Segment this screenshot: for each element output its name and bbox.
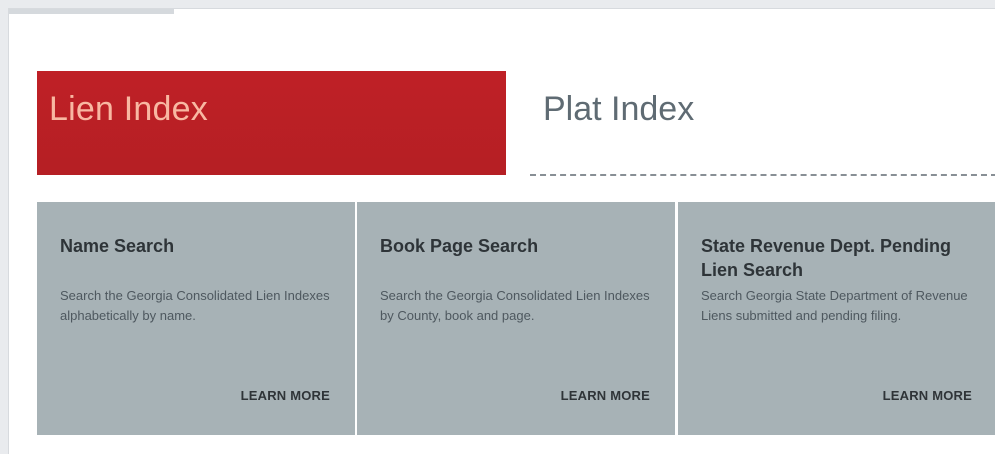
state-revenue-search-learn-more-link[interactable]: LEARN MORE	[883, 388, 972, 404]
search-card-row: Name Search Search the Georgia Consolida…	[37, 202, 995, 435]
tab-lien-index-label: Lien Index	[49, 90, 208, 128]
state-revenue-search-description: Search Georgia State Department of Reven…	[701, 288, 968, 323]
name-search-card: Name Search Search the Georgia Consolida…	[37, 202, 355, 435]
state-revenue-search-card: State Revenue Dept. Pending Lien Search …	[678, 202, 995, 435]
page-shell: Lien Index Plat Index Name Search Search…	[8, 8, 995, 454]
name-search-title: Name Search	[60, 236, 175, 256]
top-left-strip	[9, 9, 174, 14]
book-page-search-description: Search the Georgia Consolidated Lien Ind…	[380, 288, 650, 323]
tab-plat-index[interactable]: Plat Index	[530, 71, 995, 176]
book-page-search-learn-more-link[interactable]: LEARN MORE	[561, 388, 650, 404]
tab-underline-dashed	[530, 174, 995, 176]
tab-plat-index-label: Plat Index	[543, 90, 695, 128]
tab-lien-index[interactable]: Lien Index	[37, 71, 506, 237]
name-search-learn-more-link[interactable]: LEARN MORE	[241, 388, 330, 404]
state-revenue-search-title: State Revenue Dept. Pending Lien Search	[701, 236, 952, 280]
name-search-description: Search the Georgia Consolidated Lien Ind…	[60, 288, 330, 323]
book-page-search-title: Book Page Search	[380, 236, 539, 256]
book-page-search-card: Book Page Search Search the Georgia Cons…	[357, 202, 675, 435]
